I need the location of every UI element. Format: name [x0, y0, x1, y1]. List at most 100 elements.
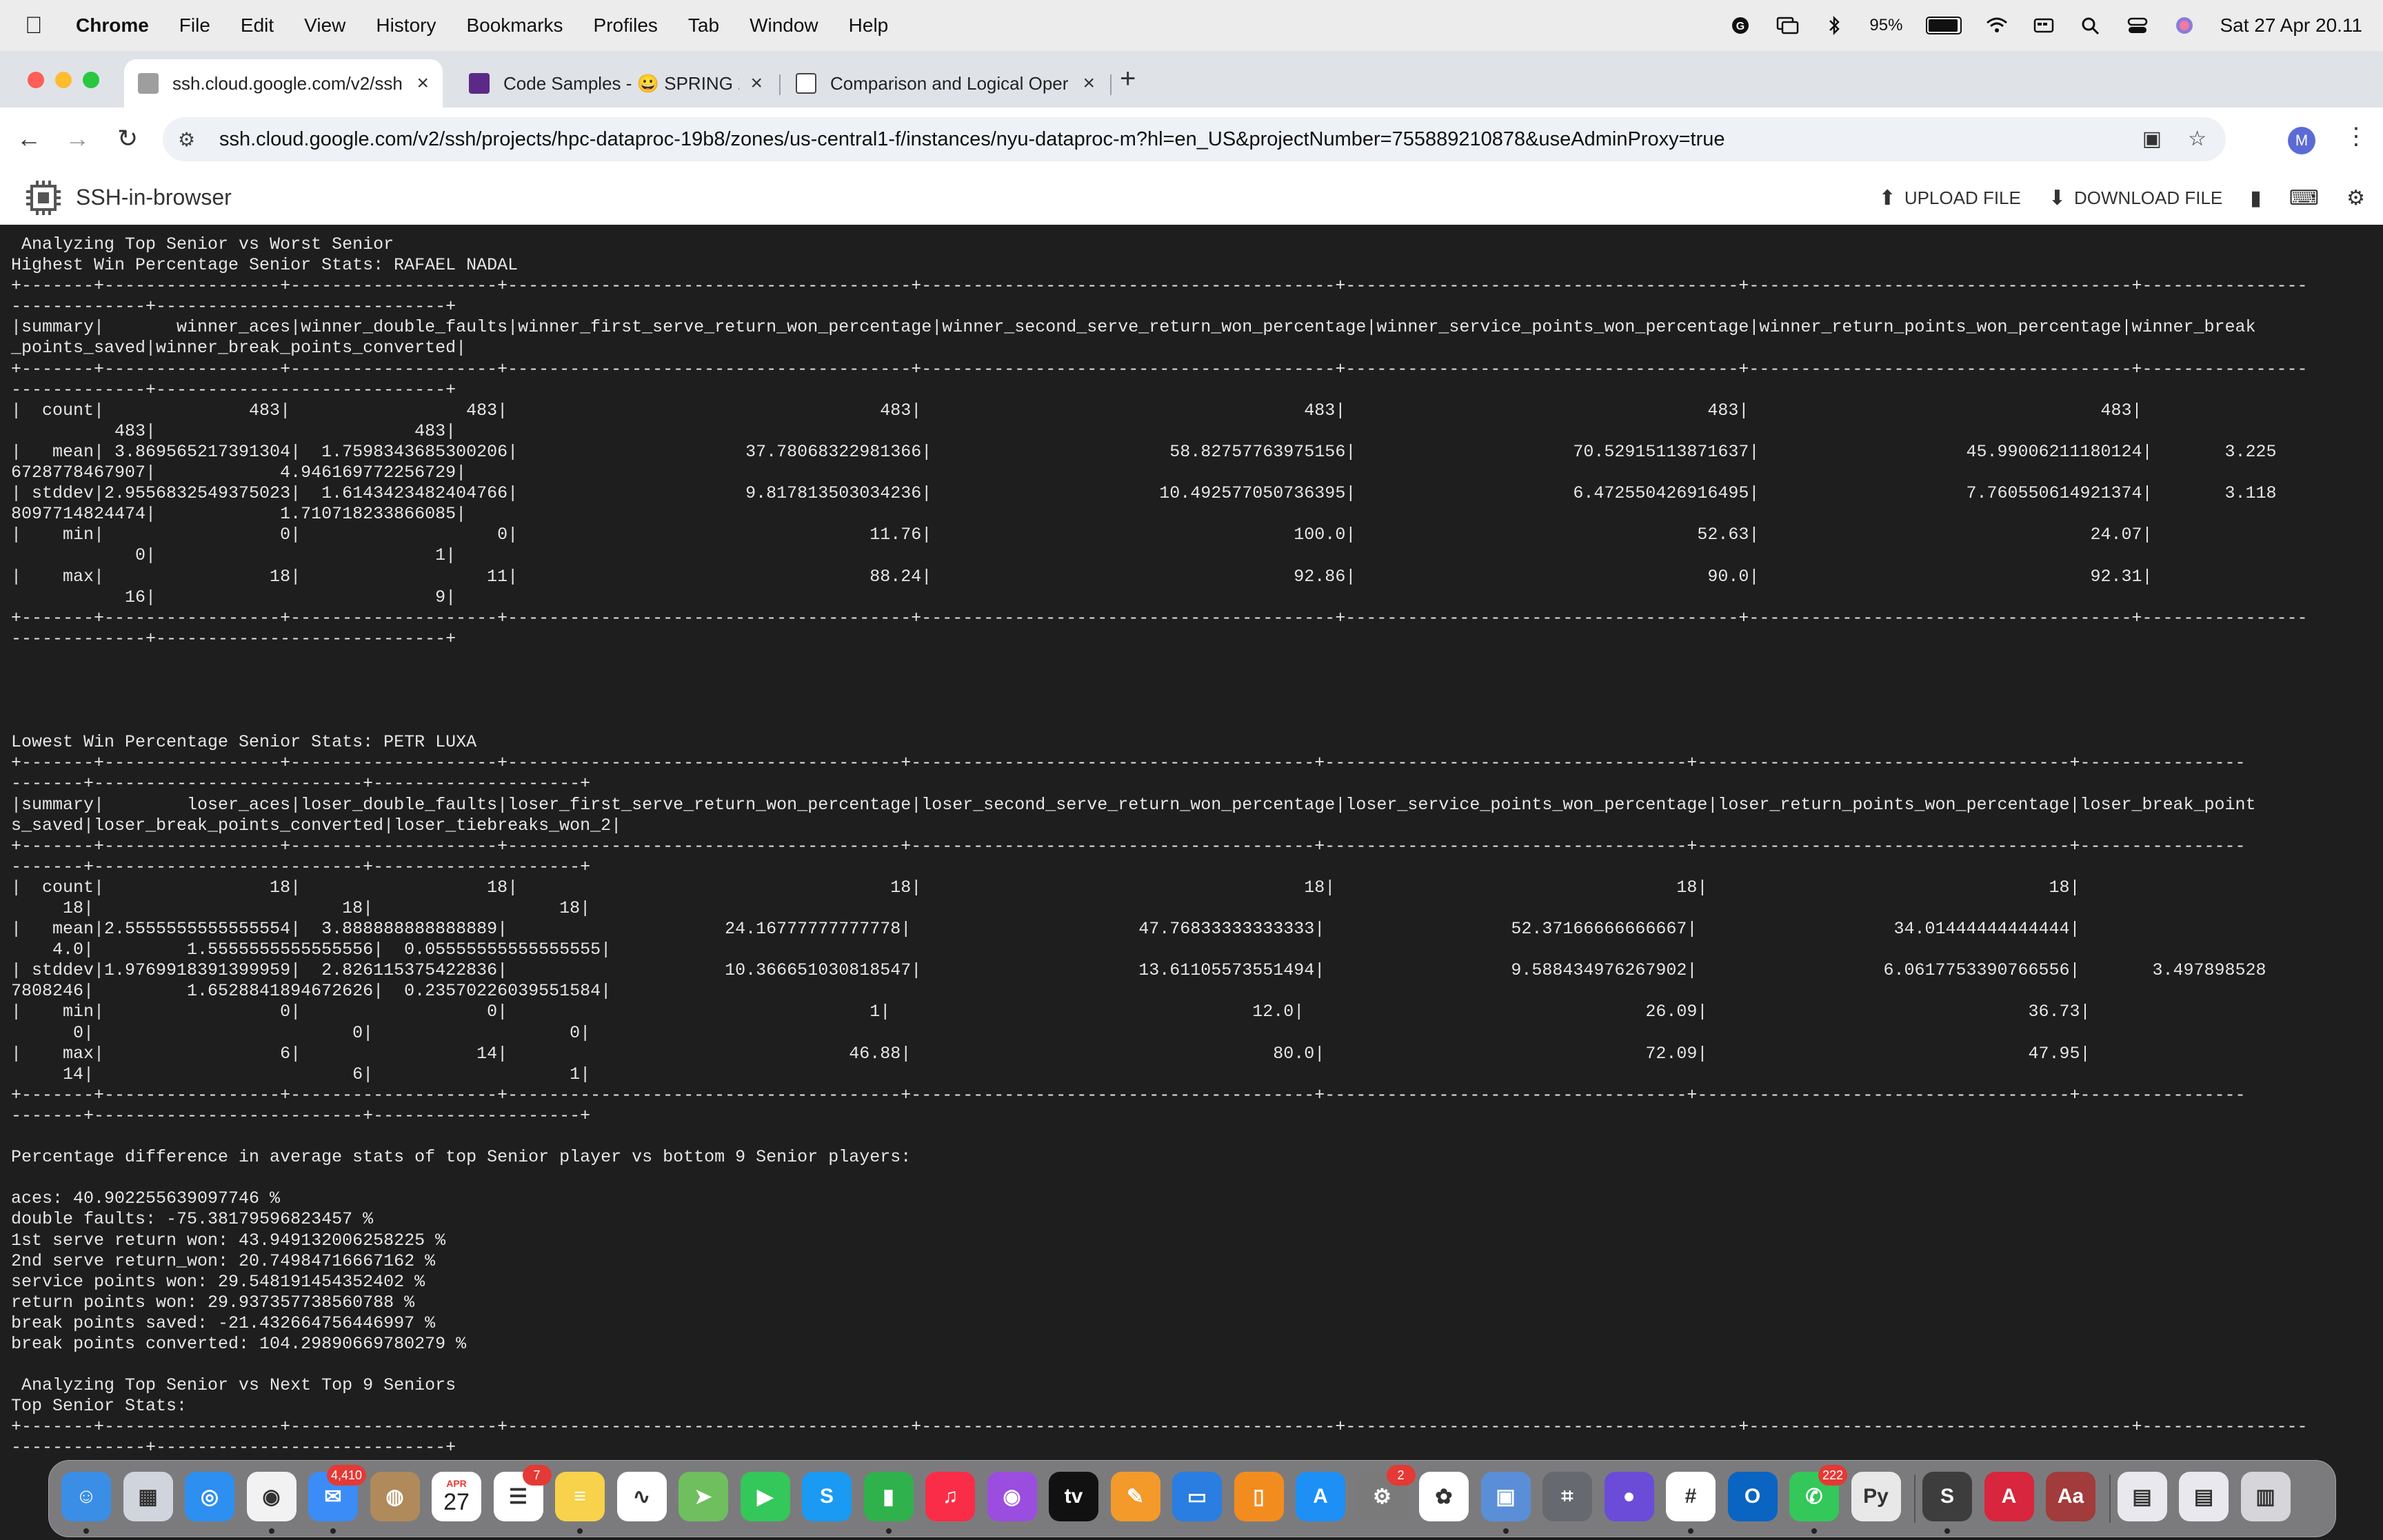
- screen-mirroring-icon[interactable]: [1776, 15, 1799, 36]
- input-menu-icon[interactable]: [2032, 15, 2055, 36]
- control-center-icon[interactable]: [2126, 15, 2149, 36]
- chrome-menu-kebab-icon[interactable]: ⋮: [2344, 123, 2368, 150]
- dock-notes-icon[interactable]: ≡: [555, 1472, 605, 1521]
- dock-messages-icon[interactable]: ✆ 222: [1789, 1465, 1847, 1521]
- dock-contacts-icon[interactable]: ◍: [370, 1472, 420, 1521]
- camera-blocked-icon[interactable]: ▣: [2142, 127, 2162, 151]
- menu-bookmarks[interactable]: Bookmarks: [466, 14, 563, 37]
- dock-calendar-icon[interactable]: APR 27: [432, 1472, 481, 1521]
- dock-reminders-icon[interactable]: ☰ 7: [493, 1465, 552, 1521]
- menu-window[interactable]: Window: [750, 14, 818, 37]
- battery-icon[interactable]: [1926, 17, 1962, 34]
- forward-arrow-icon[interactable]: →: [65, 124, 90, 153]
- window-minimize-button[interactable]: [55, 72, 72, 88]
- dock-python-icon[interactable]: Py: [1851, 1472, 1901, 1521]
- chrome-tab-strip: ssh.cloud.google.com/v2/ssh × Code Sampl…: [0, 51, 2383, 146]
- download-file-button[interactable]: ⬇ DOWNLOAD FILE: [2049, 186, 2222, 210]
- menu-help[interactable]: Help: [849, 14, 889, 37]
- terminal-line: +-------+-----------------+-------------…: [11, 358, 2308, 379]
- menu-history[interactable]: History: [376, 14, 436, 37]
- window-zoom-button[interactable]: [83, 72, 99, 88]
- tab-comparison-logical[interactable]: Comparison and Logical Oper ×: [782, 59, 1109, 108]
- reload-icon[interactable]: ↻: [117, 124, 138, 153]
- terminal-line: +-------+-----------------+-------------…: [11, 1417, 2308, 1437]
- dock-music-icon[interactable]: ♫: [925, 1472, 975, 1521]
- terminal-line: -------------+--------------------------…: [11, 296, 456, 317]
- dock-documents-icon[interactable]: ▤: [2179, 1472, 2229, 1521]
- menubar-clock[interactable]: Sat 27 Apr 20.11: [2220, 14, 2362, 37]
- bluetooth-icon[interactable]: [1822, 15, 1846, 36]
- tab-separator: [1110, 74, 1112, 95]
- menu-file[interactable]: File: [179, 14, 210, 37]
- dock-app-store-icon[interactable]: A: [1296, 1472, 1345, 1521]
- dock-safari-icon[interactable]: ◎: [185, 1472, 234, 1521]
- terminal-line: -------+--------------------------+-----…: [11, 856, 591, 877]
- feedback-icon[interactable]: ▮: [2250, 186, 2262, 210]
- grammarly-icon[interactable]: G: [1729, 15, 1752, 36]
- terminal-window[interactable]: Analyzing Top Senior vs Worst Senior Hig…: [0, 225, 2383, 1455]
- dock-trash-icon[interactable]: ▥: [2240, 1472, 2291, 1521]
- dock-badge: 7: [522, 1465, 552, 1486]
- site-info-icon[interactable]: ⚙: [178, 128, 205, 151]
- wifi-icon[interactable]: [1985, 15, 2009, 36]
- menu-profiles[interactable]: Profiles: [594, 14, 658, 37]
- menu-view[interactable]: View: [304, 14, 345, 37]
- dock-keynote-icon[interactable]: ▭: [1172, 1472, 1222, 1521]
- upload-file-button[interactable]: ⬆ UPLOAD FILE: [1879, 186, 2021, 210]
- terminal-line: break points converted: 104.298906697802…: [11, 1333, 467, 1354]
- code-samples-favicon-icon: [469, 73, 490, 94]
- dock-sublime-text-icon[interactable]: S: [1922, 1472, 1972, 1521]
- dock-outlook-icon[interactable]: O: [1727, 1472, 1778, 1521]
- dock-finder-icon[interactable]: ☺: [61, 1472, 111, 1521]
- dock-area: ☺ ▦ ◎ ◉ ✉ 4,410 ◍ APR 27 ☰ 7 ≡ ∿ ➤ ▶ S ▮ ♫ ◉ tv ✎ ▭ ▯ A ⚙ 2 ✿ ▣ ⌗ ● # O…: [0, 1455, 2383, 1540]
- dock-numbers-icon[interactable]: ▮: [863, 1472, 914, 1521]
- dock-chrome-icon[interactable]: ◉: [246, 1472, 296, 1521]
- menu-app-chrome[interactable]: Chrome: [76, 14, 149, 37]
- tab-title: Comparison and Logical Oper: [830, 72, 1069, 94]
- menu-edit[interactable]: Edit: [241, 14, 274, 37]
- siri-icon[interactable]: [2173, 15, 2196, 36]
- dock-screenshot-icon[interactable]: ⌗: [1542, 1472, 1592, 1521]
- apple-menu-icon[interactable]: : [25, 12, 52, 39]
- menu-tab[interactable]: Tab: [688, 14, 719, 37]
- dock-podcasts-icon[interactable]: ◉: [987, 1472, 1037, 1521]
- spotlight-search-icon[interactable]: [2079, 15, 2102, 36]
- dock-divider: [1914, 1475, 1916, 1523]
- dock-preview-icon[interactable]: ▣: [1480, 1472, 1531, 1521]
- dock-siri-icon[interactable]: ●: [1604, 1472, 1654, 1521]
- upload-icon: ⬆: [1878, 186, 1896, 210]
- dock-skype-icon[interactable]: S: [802, 1472, 852, 1521]
- dock-facetime-icon[interactable]: ▶: [740, 1472, 790, 1521]
- dock-launchpad-icon[interactable]: ▦: [123, 1472, 173, 1521]
- terminal-line: +-------+-----------------+-------------…: [11, 1084, 2246, 1105]
- tab-close-icon[interactable]: ×: [1083, 72, 1095, 95]
- dock-photos-icon[interactable]: ✿: [1419, 1472, 1469, 1521]
- dock-pages-icon[interactable]: ✎: [1110, 1472, 1160, 1521]
- tab-close-icon[interactable]: ×: [416, 72, 429, 95]
- tab-code-samples[interactable]: Code Samples - 😀 SPRING 2 ×: [455, 59, 776, 108]
- terminal-line: | min| 0| 0| 1| 12.0| 26.09| 36.73| 26.5…: [11, 1002, 2383, 1022]
- dock-dictionary-icon[interactable]: Aa: [2046, 1472, 2095, 1521]
- profile-avatar[interactable]: M: [2288, 127, 2315, 154]
- terminal-output[interactable]: Analyzing Top Senior vs Worst Senior Hig…: [0, 225, 2383, 1455]
- keyboard-icon[interactable]: ⌨: [2289, 186, 2319, 210]
- dock-downloads-icon[interactable]: ▤: [2117, 1472, 2167, 1521]
- url-text[interactable]: ssh.cloud.google.com/v2/ssh/projects/hpc…: [219, 128, 1725, 151]
- dock-slack-icon[interactable]: #: [1666, 1472, 1716, 1521]
- new-tab-plus-icon[interactable]: +: [1120, 63, 1136, 94]
- dock-freeform-icon[interactable]: ∿: [616, 1472, 667, 1521]
- window-close-button[interactable]: [28, 72, 44, 88]
- address-bar[interactable]: ⚙ ssh.cloud.google.com/v2/ssh/projects/h…: [163, 117, 2226, 161]
- back-arrow-icon[interactable]: ←: [17, 124, 41, 153]
- dock-mail-icon[interactable]: ✉ 4,410: [308, 1465, 366, 1521]
- tab-ssh[interactable]: ssh.cloud.google.com/v2/ssh ×: [124, 59, 443, 108]
- tab-close-icon[interactable]: ×: [750, 72, 763, 95]
- dock-maps-icon[interactable]: ➤: [678, 1472, 728, 1521]
- terminal-line: |summary| winner_aces|winner_double_faul…: [11, 317, 2256, 338]
- dock-tv-icon[interactable]: tv: [1049, 1472, 1098, 1521]
- dock-books-icon[interactable]: ▯: [1234, 1472, 1284, 1521]
- dock-system-settings-icon[interactable]: ⚙ 2: [1357, 1465, 1416, 1521]
- bookmark-star-icon[interactable]: ☆: [2188, 127, 2206, 151]
- dock-acrobat-icon[interactable]: A: [1984, 1472, 2034, 1521]
- settings-gear-icon[interactable]: ⚙: [2346, 186, 2365, 210]
